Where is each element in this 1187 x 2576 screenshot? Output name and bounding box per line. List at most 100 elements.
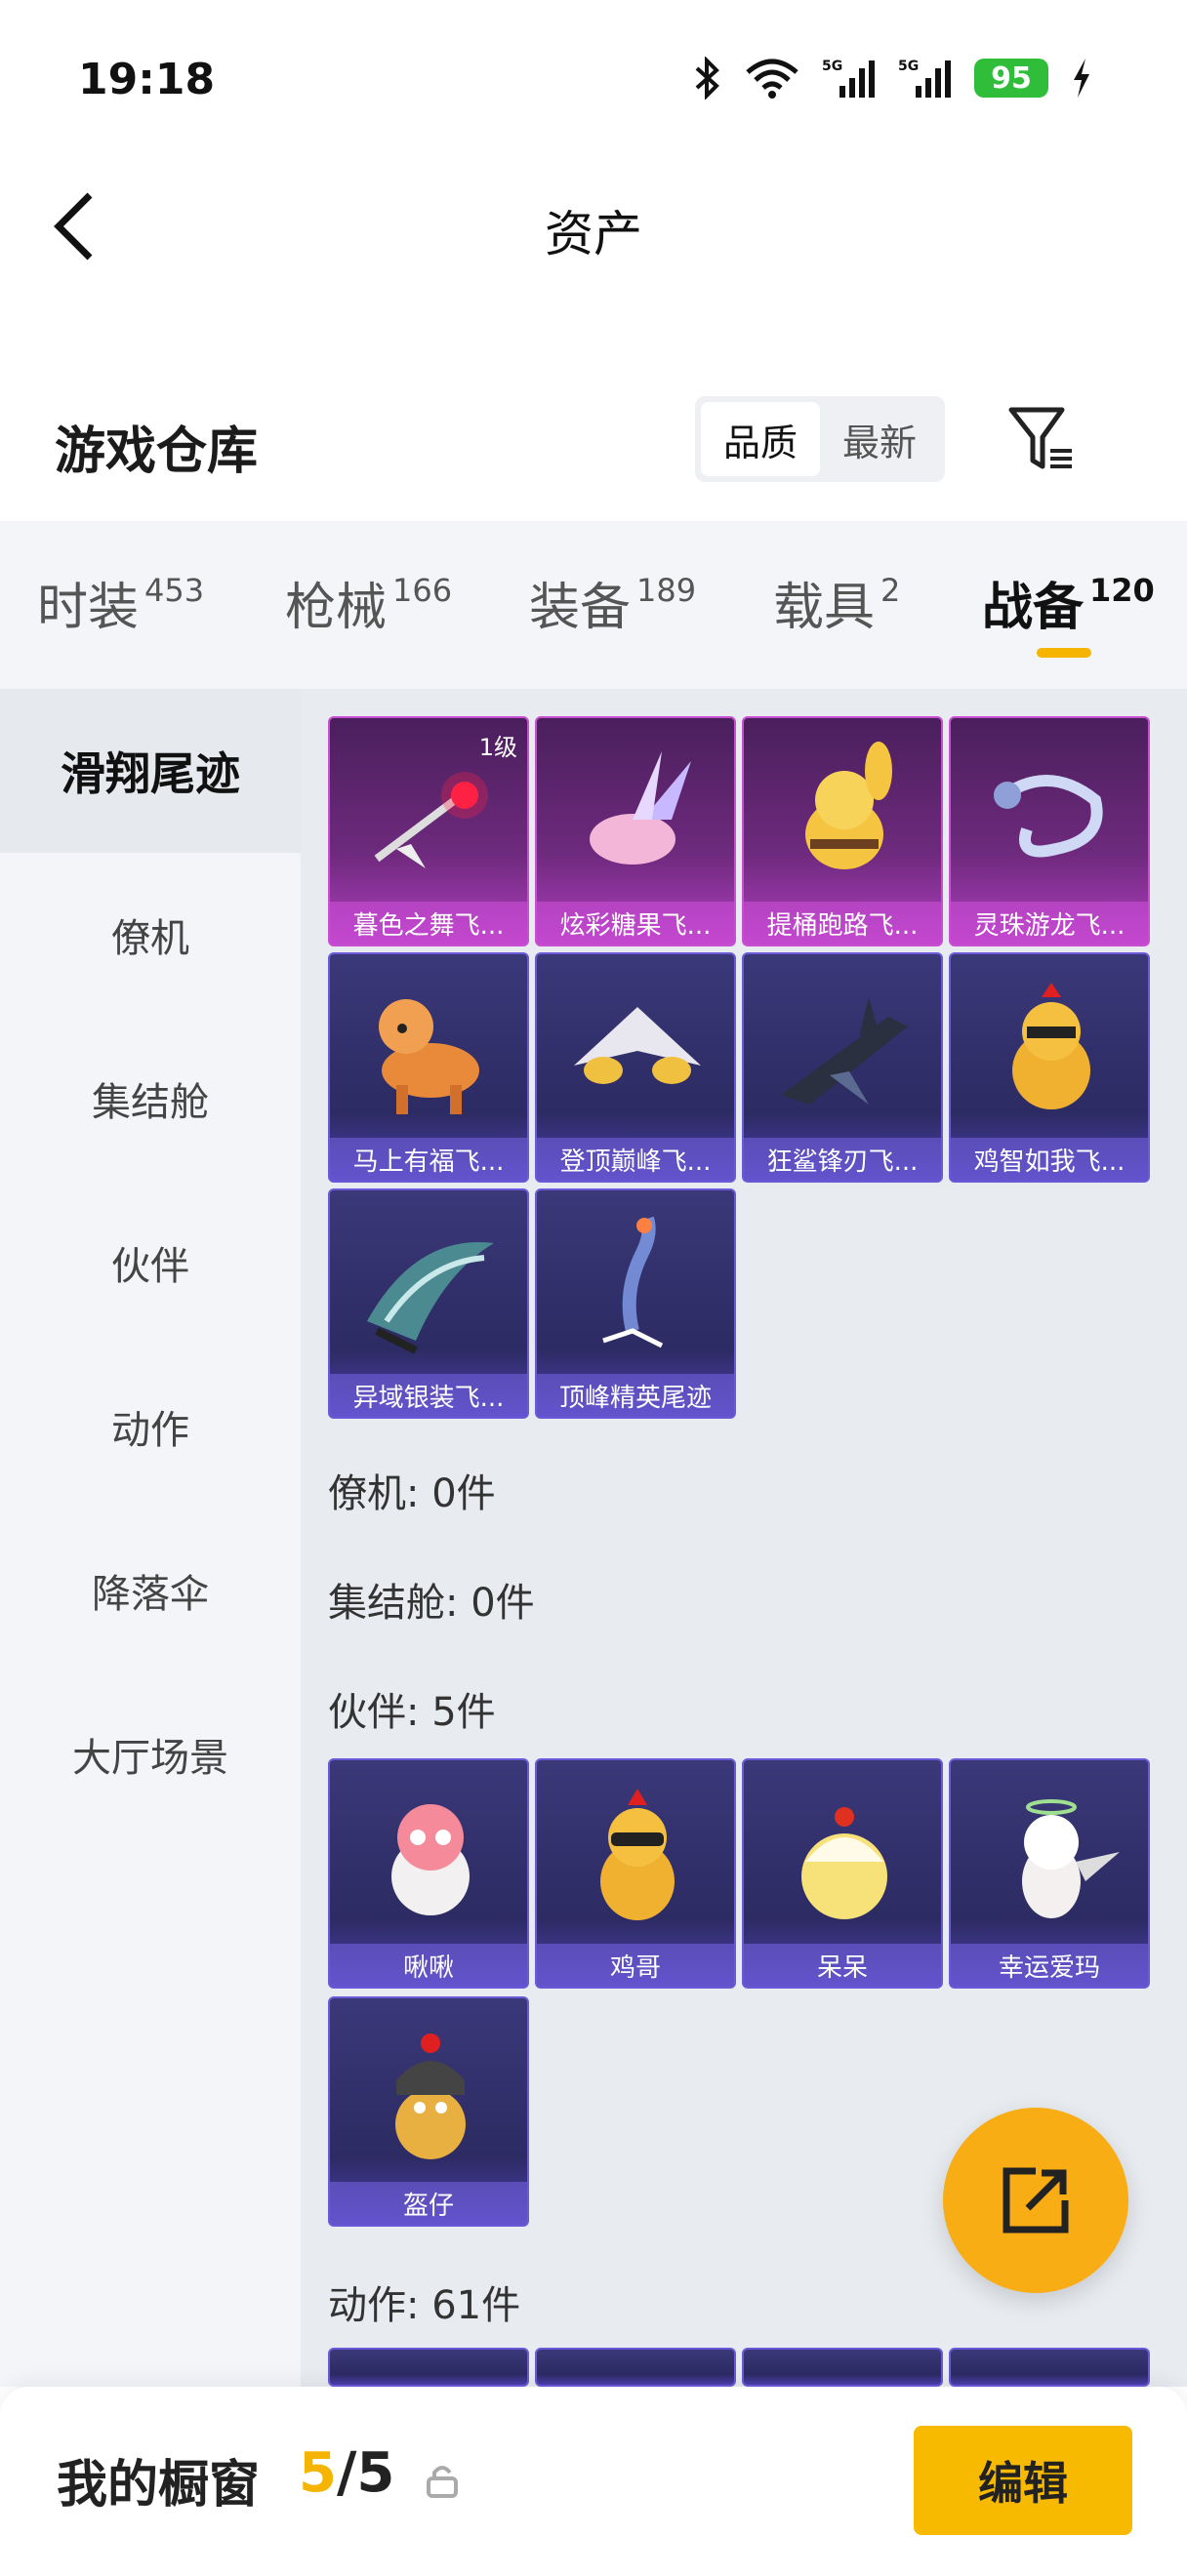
tab-equipment[interactable]: 装备 189: [529, 566, 696, 639]
sidebar-item-lobby-scene[interactable]: 大厅场景: [0, 1672, 301, 1836]
item-label: 炫彩糖果飞...: [537, 902, 734, 945]
svg-text:5G: 5G: [898, 59, 919, 74]
showcase-count: 5/5: [299, 2441, 395, 2505]
charging-icon: [1074, 59, 1089, 98]
sidebar-item-parachute[interactable]: 降落伞: [0, 1509, 301, 1672]
item-label: 狂鲨锋刃飞...: [744, 1138, 941, 1181]
tab-count: 189: [636, 572, 697, 609]
item-label: 马上有福飞...: [330, 1138, 527, 1181]
tab-label: 战备: [982, 579, 1085, 637]
bluetooth-icon: [695, 57, 719, 100]
tab-combat-gear[interactable]: 战备 120: [982, 566, 1155, 639]
item-card[interactable]: 炫彩糖果飞...: [535, 716, 736, 946]
pink-bird-icon: [391, 1804, 470, 1915]
item-card[interactable]: [949, 2348, 1150, 2387]
item-card[interactable]: 啾啾: [328, 1758, 529, 1989]
category-tabs: 时装 453 枪械 166 装备 189 载具 2 战备 120: [0, 521, 1187, 689]
tab-count: 120: [1089, 572, 1155, 609]
item-label: 鸡哥: [537, 1944, 734, 1987]
bottom-bar: 我的橱窗 5/5 编辑: [0, 2387, 1187, 2576]
sidebar-item-glide-trail[interactable]: 滑翔尾迹: [0, 689, 301, 853]
item-label: 啾啾: [330, 1944, 527, 1987]
smoke-trail-icon: [602, 1216, 664, 1348]
chick-icon: [801, 1807, 887, 1919]
item-label: 呆呆: [744, 1944, 941, 1987]
shark-icon: [781, 997, 908, 1105]
page-title: 资产: [545, 206, 642, 262]
item-label: 异域银装飞...: [330, 1374, 527, 1417]
jet-icon: [574, 1007, 701, 1084]
item-card[interactable]: 鸡智如我飞...: [949, 952, 1150, 1183]
item-card[interactable]: 鸡哥: [535, 1758, 736, 1989]
external-link-icon: [1003, 2167, 1069, 2234]
tab-firearms[interactable]: 枪械 166: [285, 566, 452, 639]
sidebar-item-wingman[interactable]: 僚机: [0, 853, 301, 1017]
item-card[interactable]: 幸运爱玛: [949, 1758, 1150, 1989]
group-label-capsule: 集结舱: 0件: [328, 1581, 535, 1626]
active-tab-indicator: [1037, 648, 1091, 658]
status-icons: 5G 5G 95: [693, 57, 1093, 100]
item-card[interactable]: 异域银装飞...: [328, 1188, 529, 1419]
silver-wing-icon: [367, 1242, 494, 1354]
item-label: 灵珠游龙飞...: [951, 902, 1148, 945]
item-card[interactable]: 呆呆: [742, 1758, 943, 1989]
item-card[interactable]: [742, 2348, 943, 2387]
signal-5g-icon-2: 5G: [898, 59, 951, 98]
showcase-total: 5: [356, 2441, 395, 2505]
sidebar-item-partner[interactable]: 伙伴: [0, 1181, 301, 1345]
item-card[interactable]: 顶峰精英尾迹: [535, 1188, 736, 1419]
sidebar: 滑翔尾迹 僚机 集结舱 伙伴 动作 降落伞 大厅场景: [0, 689, 301, 2387]
item-label: 暮色之舞飞...: [330, 902, 527, 945]
angel-cat-icon: [1022, 1799, 1120, 1918]
item-card[interactable]: 灵珠游龙飞...: [949, 716, 1150, 946]
lock-icon: [427, 2466, 458, 2498]
group-label-partner: 伙伴: 5件: [328, 1690, 496, 1735]
tab-label: 载具: [773, 579, 876, 637]
item-label: 提桶跑路飞...: [744, 902, 941, 945]
item-card[interactable]: 登顶巅峰飞...: [535, 952, 736, 1183]
tab-label: 时装: [37, 579, 140, 637]
filter-button[interactable]: [1005, 402, 1080, 476]
item-card[interactable]: 狂鲨锋刃飞...: [742, 952, 943, 1183]
status-bar: 19:18 5G 5G 95: [0, 0, 1187, 164]
candy-wing-icon: [590, 751, 691, 865]
group-label-wingman: 僚机: 0件: [328, 1471, 496, 1516]
sort-latest-option[interactable]: 最新: [820, 402, 939, 476]
item-card[interactable]: 盔仔: [328, 1996, 529, 2227]
tab-count: 166: [392, 572, 453, 609]
item-card[interactable]: 提桶跑路飞...: [742, 716, 943, 946]
share-fab[interactable]: [943, 2108, 1128, 2293]
sort-toggle: 品质 最新: [695, 396, 945, 482]
sidebar-item-action[interactable]: 动作: [0, 1345, 301, 1509]
edit-button[interactable]: 编辑: [914, 2426, 1132, 2535]
tab-outfit[interactable]: 时装 453: [37, 566, 204, 639]
signal-5g-icon: 5G: [822, 59, 875, 98]
tab-count: 453: [144, 572, 205, 609]
chicken-icon: [1012, 983, 1090, 1109]
item-label: 登顶巅峰飞...: [537, 1138, 734, 1181]
item-card[interactable]: [535, 2348, 736, 2387]
item-level: 1级: [478, 734, 517, 761]
status-time: 19:18: [78, 55, 216, 104]
horse-icon: [379, 999, 479, 1114]
item-label: 幸运爱玛: [951, 1944, 1148, 1987]
wifi-icon: [746, 59, 798, 99]
bee-icon: [805, 742, 892, 869]
comet-icon: [374, 772, 488, 868]
filter-icon: [1008, 407, 1072, 469]
item-label: 鸡智如我飞...: [951, 1138, 1148, 1181]
tab-label: 装备: [529, 579, 632, 637]
showcase-current: 5: [299, 2441, 337, 2505]
item-card[interactable]: 1级 暮色之舞飞...: [328, 716, 529, 946]
battery-indicator: 95: [974, 59, 1048, 98]
tab-vehicles[interactable]: 载具 2: [773, 566, 900, 639]
section-title: 游戏仓库: [55, 423, 259, 481]
chicken-sunglasses-icon: [600, 1789, 675, 1920]
item-card[interactable]: 马上有福飞...: [328, 952, 529, 1183]
sidebar-item-capsule[interactable]: 集结舱: [0, 1017, 301, 1181]
item-card[interactable]: [328, 2348, 529, 2387]
sort-quality-option[interactable]: 品质: [701, 402, 820, 476]
svg-text:5G: 5G: [822, 59, 842, 74]
tab-label: 枪械: [285, 579, 388, 637]
item-label: 顶峰精英尾迹: [537, 1374, 734, 1417]
